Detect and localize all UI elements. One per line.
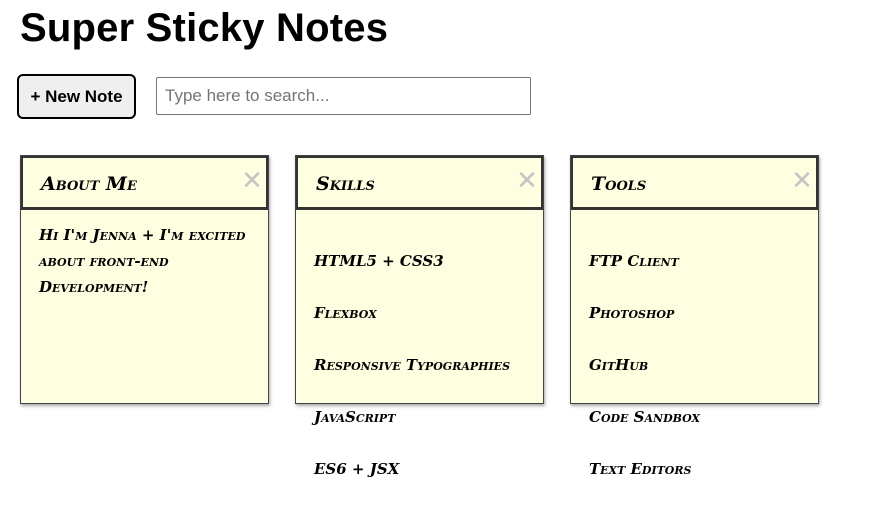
close-icon[interactable]: ✕ <box>516 168 538 194</box>
note-header: Skills ✕ <box>296 156 543 210</box>
note-description-input[interactable]: HTML5 + CSS3 Flexbox Responsive Typograp… <box>314 222 530 508</box>
note-line: Code Sandbox <box>589 408 701 426</box>
note-title-input[interactable]: About Me <box>41 172 137 196</box>
app-title: Super Sticky Notes <box>20 6 389 50</box>
note-line: JavaScript <box>314 408 396 426</box>
note-card: Skills ✕ HTML5 + CSS3 Flexbox Responsive… <box>295 155 544 478</box>
note-title-input[interactable]: Tools <box>591 172 646 196</box>
note-card: Tools ✕ FTP Client Photoshop GitHub Code… <box>570 155 819 478</box>
close-icon[interactable]: ✕ <box>241 168 263 194</box>
new-note-button[interactable]: + New Note <box>17 74 136 119</box>
note-title-input[interactable]: Skills <box>316 172 375 196</box>
note-line: ES6 + JSX <box>314 460 400 478</box>
note-line: Text Editors <box>589 460 692 478</box>
note-line: GitHub <box>589 356 649 374</box>
note-line: Flexbox <box>314 304 377 322</box>
note-header: Tools ✕ <box>571 156 818 210</box>
note-line: Photoshop <box>589 304 675 322</box>
note-line: Responsive Typographies <box>314 356 511 374</box>
close-icon[interactable]: ✕ <box>791 168 813 194</box>
note-header: About Me ✕ <box>21 156 268 210</box>
note-line: HTML5 + CSS3 <box>314 252 444 270</box>
note-card: About Me ✕ Hi I'm Jenna + I'm excited ab… <box>20 155 269 404</box>
note-line: FTP Client <box>589 252 679 270</box>
note-description-input[interactable]: Hi I'm Jenna + I'm excited about front-e… <box>39 222 255 300</box>
search-input[interactable] <box>156 77 531 115</box>
note-description-input[interactable]: FTP Client Photoshop GitHub Code Sandbox… <box>589 222 805 508</box>
